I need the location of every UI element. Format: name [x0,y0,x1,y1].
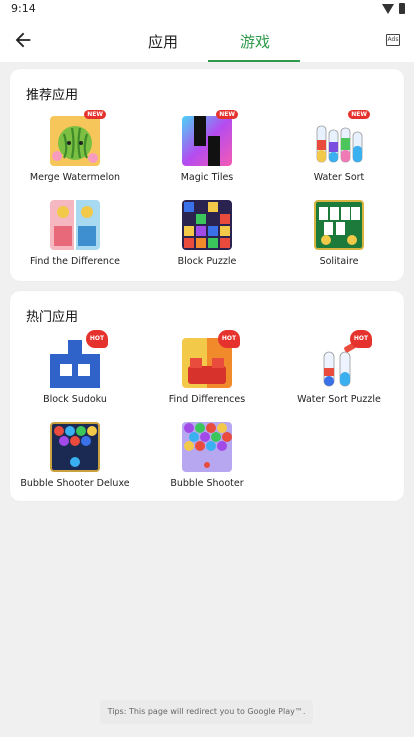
app-label: Bubble Shooter [170,478,244,489]
test-tubes-icon: NEW [314,110,370,166]
app-label: Water Sort Puzzle [297,394,381,405]
watermelon-icon: NEW [50,110,106,166]
new-badge: NEW [216,110,238,119]
new-badge: NEW [348,110,370,119]
app-block-sudoku[interactable]: HOT Block Sudoku [15,330,135,405]
piano-tiles-icon: NEW [182,110,238,166]
app-label: Block Puzzle [177,256,237,267]
app-bubble-shooter[interactable]: Bubble Shooter [147,422,267,489]
back-arrow-icon[interactable] [12,29,34,51]
top-bar: 应用 游戏 Ads [0,18,414,62]
app-label: Block Sudoku [43,394,107,405]
bubble-shooter-icon [182,422,232,472]
app-magic-tiles[interactable]: NEW Magic Tiles [147,110,267,183]
app-solitaire[interactable]: Solitaire [279,200,399,267]
hot-badge: HOT [350,330,372,348]
app-label: Magic Tiles [180,172,234,183]
bubble-shooter-deluxe-icon [50,422,100,472]
status-time: 9:14 [11,2,36,15]
app-label: Find Differences [168,394,246,405]
tab-games[interactable]: 游戏 [240,31,270,52]
app-find-differences[interactable]: HOT Find Differences [147,330,267,405]
hot-badge: HOT [86,330,108,348]
hot-badge: HOT [218,330,240,348]
active-tab-indicator [208,60,300,62]
new-badge: NEW [84,110,106,119]
app-label: Bubble Shooter Deluxe [20,478,130,489]
app-label: Solitaire [319,256,359,267]
tab-apps[interactable]: 应用 [148,31,178,52]
find-differences-icon: HOT [182,330,240,388]
water-sort-bottles-icon: HOT [314,330,372,388]
ads-icon[interactable]: Ads [386,34,400,46]
app-bubble-shooter-deluxe[interactable]: Bubble Shooter Deluxe [15,422,135,489]
block-puzzle-icon [182,200,232,250]
app-label: Merge Watermelon [29,172,121,183]
solitaire-cards-icon [314,200,364,250]
section-title: 热门应用 [26,310,79,325]
app-label: Water Sort [313,172,365,183]
wifi-icon [382,3,394,14]
find-difference-icon [50,200,100,250]
hot-section: 热门应用 HOT Block Sudoku HOT Find Differenc… [10,291,404,501]
section-title: 推荐应用 [26,88,79,103]
app-water-sort-puzzle[interactable]: HOT Water Sort Puzzle [279,330,399,405]
app-label: Find the Difference [29,256,121,267]
status-icons [382,3,405,14]
app-find-the-difference[interactable]: Find the Difference [15,200,135,267]
block-sudoku-icon: HOT [50,330,108,388]
status-bar: 9:14 [0,0,414,18]
recommended-section: 推荐应用 NEW Merge Watermelon NEW Magic Tile… [10,69,404,281]
app-merge-watermelon[interactable]: NEW Merge Watermelon [15,110,135,183]
app-block-puzzle[interactable]: Block Puzzle [147,200,267,267]
app-water-sort[interactable]: NEW Water Sort [279,110,399,183]
redirect-toast: Tips: This page will redirect you to Goo… [100,700,313,724]
battery-icon [399,3,405,14]
